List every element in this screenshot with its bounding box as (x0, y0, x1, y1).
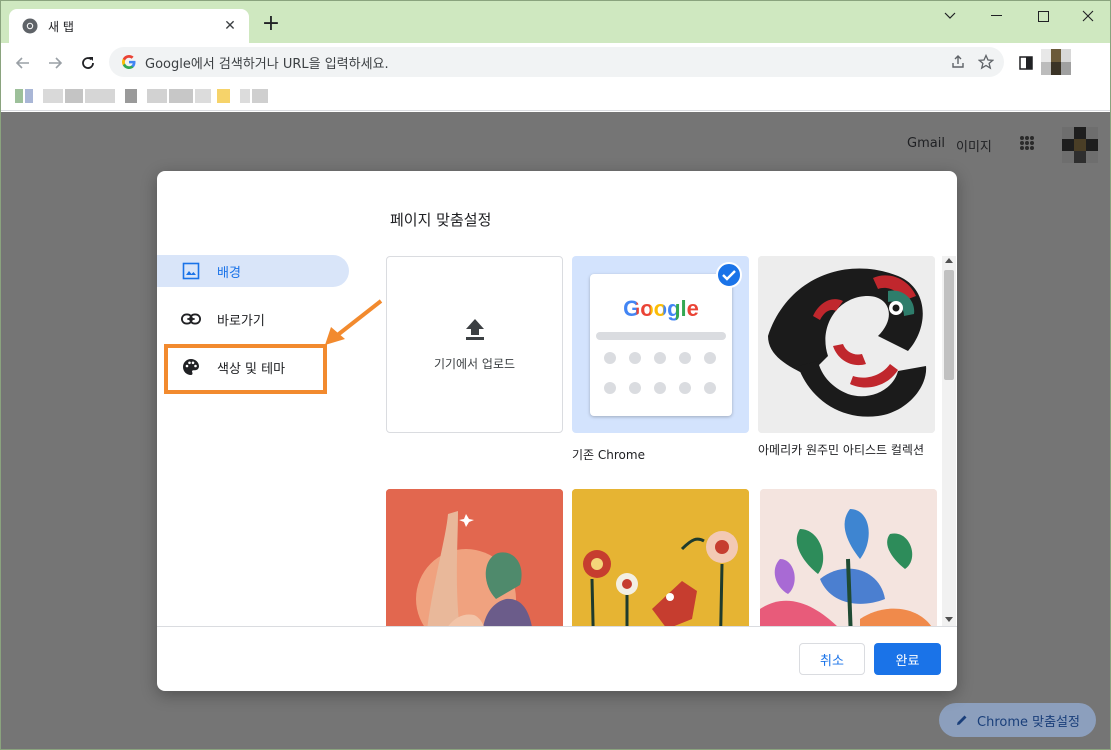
link-icon (181, 309, 201, 329)
selected-check-icon (716, 262, 742, 288)
artwork-image (760, 489, 937, 626)
default-chrome-label: 기존 Chrome (572, 448, 645, 462)
scroll-thumb[interactable] (944, 270, 954, 380)
shortcut-dots (604, 352, 720, 394)
chrome-tile-logo: Google (623, 296, 699, 321)
bookmark-folder[interactable] (217, 89, 268, 103)
chevron-down-icon[interactable] (927, 1, 973, 31)
sidebar-item-label: 바로가기 (217, 313, 265, 329)
tab-new-tab[interactable]: 새 탭 ✕ (9, 9, 249, 43)
apps-icon[interactable] (1020, 136, 1034, 150)
scroll-down-icon[interactable] (945, 617, 953, 622)
annotation-highlight-box (164, 344, 327, 394)
google-logo: Google (590, 296, 732, 322)
background-grid: 기기에서 업로드 Google 기존 Chrome 아메리카 원주민 아티스트 … (386, 256, 943, 626)
star-icon[interactable] (972, 48, 1000, 76)
native-art-image (758, 256, 935, 433)
reload-icon[interactable] (74, 49, 102, 77)
upload-tile[interactable]: 기기에서 업로드 (386, 256, 563, 433)
background-tile[interactable] (386, 489, 563, 626)
side-panel-icon[interactable] (1012, 49, 1040, 77)
upload-label: 기기에서 업로드 (433, 357, 516, 371)
search-bar-placeholder (596, 332, 726, 340)
done-button[interactable]: 완료 (874, 643, 941, 675)
chrome-icon (22, 18, 38, 34)
customize-dialog: 페이지 맞춤설정 배경 바로가기 색상 및 테마 기기에서 업로드 Google… (157, 171, 957, 691)
customize-chrome-button[interactable]: Chrome 맞춤설정 (939, 703, 1096, 737)
native-art-label: 아메리카 원주민 아티스트 컬렉션 (758, 443, 925, 457)
artwork-image (572, 489, 749, 626)
artwork-image (386, 489, 563, 626)
dialog-title: 페이지 맞춤설정 (390, 211, 492, 229)
share-icon[interactable] (944, 48, 972, 76)
sidebar-item-background[interactable]: 배경 (157, 255, 349, 287)
image-icon (181, 261, 201, 281)
native-art-tile[interactable] (758, 256, 935, 433)
bookmark-item[interactable] (125, 89, 211, 103)
window-close-icon[interactable] (1065, 1, 1110, 31)
gmail-link[interactable]: Gmail (907, 136, 945, 151)
chrome-preview-card: Google (590, 274, 732, 416)
omnibox[interactable]: Google에서 검색하거나 URL을 입력하세요. (109, 47, 1004, 77)
close-icon[interactable]: ✕ (221, 17, 239, 35)
pencil-icon (957, 715, 967, 725)
toolbar: Google에서 검색하거나 URL을 입력하세요. (1, 43, 1110, 81)
sidebar-item-label: 배경 (217, 265, 241, 281)
minimize-icon[interactable] (973, 1, 1019, 31)
images-link[interactable]: 이미지 (956, 136, 992, 155)
browser-window: 새 탭 ✕ + Google에서 검색하거나 URL을 입력하세요. Gmail… (0, 0, 1111, 750)
background-tile[interactable] (572, 489, 749, 626)
customize-chrome-label: Chrome 맞춤설정 (977, 714, 1080, 730)
plus-icon[interactable]: + (259, 13, 283, 37)
cancel-button[interactable]: 취소 (799, 643, 865, 675)
account-avatar[interactable] (1062, 127, 1098, 163)
grid-scrollbar[interactable] (942, 256, 956, 626)
footer-divider (157, 626, 957, 627)
annotation-arrow-icon (325, 299, 383, 345)
upload-icon (465, 319, 484, 340)
tab-title: 새 탭 (48, 19, 74, 34)
omnibox-placeholder: Google에서 검색하거나 URL을 입력하세요. (145, 56, 389, 72)
scroll-up-icon[interactable] (945, 258, 953, 263)
maximize-icon[interactable] (1020, 1, 1066, 31)
google-g-icon (122, 55, 136, 69)
bookmarks-bar (1, 81, 1110, 111)
forward-icon[interactable] (41, 49, 69, 77)
background-tile[interactable] (760, 489, 937, 626)
tab-strip: 새 탭 ✕ + (1, 1, 1110, 43)
profile-avatar[interactable] (1041, 49, 1071, 75)
bookmark-item[interactable] (15, 89, 115, 103)
back-icon[interactable] (9, 49, 37, 77)
default-chrome-tile[interactable]: Google (572, 256, 749, 433)
